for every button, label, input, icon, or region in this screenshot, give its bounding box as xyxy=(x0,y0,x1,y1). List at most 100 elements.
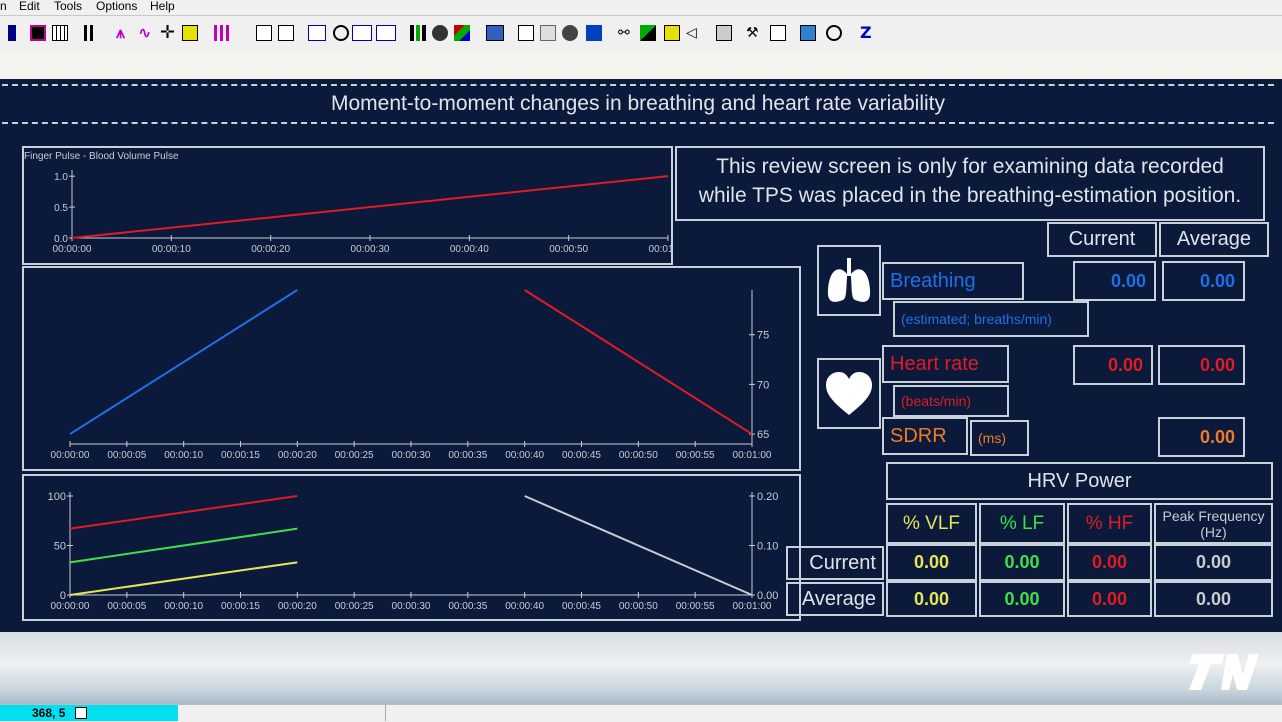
rate-series-line xyxy=(524,289,753,435)
rate-x-tick-label: 00:01:00 xyxy=(733,450,772,461)
power-y-tick-label-left: 50 xyxy=(54,541,66,553)
hrv-lf-average: 0.00 xyxy=(979,581,1065,617)
menu-edit[interactable]: Edit xyxy=(19,0,40,13)
power-series-line xyxy=(69,527,298,564)
rate-x-tick-label: 00:00:10 xyxy=(164,450,203,461)
status-field-2 xyxy=(180,705,386,721)
rate-x-tick-label: 00:00:25 xyxy=(335,450,374,461)
spectrum-icon[interactable] xyxy=(214,25,240,41)
status-coords: 368, 5 xyxy=(32,706,66,720)
hrv-power-title: HRV Power xyxy=(886,462,1273,500)
digital-value-icon[interactable] xyxy=(376,25,396,41)
status-bar: 368, 5 xyxy=(0,704,1282,722)
timer-icon[interactable] xyxy=(826,25,842,41)
sdrr-label: SDRR xyxy=(882,417,968,455)
power-y-tick-label-right: 0.20 xyxy=(757,491,778,503)
power-x-tick-label: 00:00:55 xyxy=(676,601,715,612)
rate-series-line xyxy=(69,289,298,435)
background-footer xyxy=(0,632,1282,704)
list-icon[interactable] xyxy=(182,25,198,41)
bvp-y-tick-label: 0.5 xyxy=(54,203,68,214)
power-series-line xyxy=(69,495,298,530)
power-chart-frame: 0 50 100 0.00 0.10 0.20 00:00:00 00:00:05 00:00:… xyxy=(22,474,801,621)
hrv-row-current-label: Current xyxy=(786,546,884,580)
zoom-z-icon[interactable]: Z xyxy=(860,25,876,41)
power-x-tick-label: 00:00:20 xyxy=(278,601,317,612)
bvp-chart: Finger Pulse - Blood Volume Pulse0.00.51… xyxy=(24,151,688,255)
power-x-tick-label: 00:00:30 xyxy=(392,601,431,612)
hrv-vlf-average: 0.00 xyxy=(886,581,977,617)
scanner-icon[interactable] xyxy=(716,25,732,41)
power-x-tick-label: 00:00:25 xyxy=(335,601,374,612)
menu-help[interactable]: Help xyxy=(150,0,175,13)
globe-icon[interactable] xyxy=(562,25,578,41)
document-icon[interactable] xyxy=(256,25,272,41)
menu-options[interactable]: Options xyxy=(96,0,137,13)
wrench-icon[interactable]: ⚒ xyxy=(746,25,762,41)
bar-graph-icon[interactable] xyxy=(8,25,16,41)
rate-y-tick-label: 70 xyxy=(757,379,769,391)
sphere-icon[interactable] xyxy=(432,25,448,41)
bvp-x-tick-label: 00:00:30 xyxy=(351,244,390,255)
bvp-x-tick-label: 00:01:00 xyxy=(649,244,671,255)
multi-bar-icon[interactable] xyxy=(84,25,108,41)
hrv-peak-average: 0.00 xyxy=(1154,581,1273,617)
note-icon[interactable] xyxy=(664,25,680,41)
edit-icon[interactable] xyxy=(770,25,786,41)
heart-rate-unit: (beats/min) xyxy=(893,385,1009,417)
target-icon[interactable] xyxy=(333,25,349,41)
menu-bar: n Edit Tools Options Help xyxy=(0,0,1282,15)
review-screen: Moment-to-moment changes in breathing an… xyxy=(0,79,1282,632)
power-x-tick-label: 00:00:50 xyxy=(619,601,658,612)
heart-rate-current: 0.00 xyxy=(1073,345,1153,385)
hrv-peak-header: Peak Frequency (Hz) xyxy=(1154,503,1273,544)
link-icon[interactable]: ⚯ xyxy=(618,25,634,41)
menu-file[interactable]: n xyxy=(0,0,7,13)
play-video-icon[interactable] xyxy=(586,25,602,41)
bvp-x-tick-label: 00:00:10 xyxy=(152,244,191,255)
rate-x-tick-label: 00:00:05 xyxy=(107,450,146,461)
point-icon[interactable] xyxy=(518,25,534,41)
bvp-chart-title: Finger Pulse - Blood Volume Pulse xyxy=(24,151,179,162)
bvp-series-line xyxy=(71,175,669,239)
sdrr-unit: (ms) xyxy=(970,420,1029,456)
crosshair-icon[interactable]: ✛ xyxy=(160,24,176,42)
camera-icon[interactable] xyxy=(540,25,556,41)
histogram-icon[interactable] xyxy=(410,25,426,41)
average-header: Average xyxy=(1159,222,1269,257)
power-x-tick-label: 00:01:00 xyxy=(733,601,772,612)
bvp-x-tick-label: 00:00:20 xyxy=(251,244,290,255)
wave-icon[interactable]: ∿ xyxy=(138,25,154,41)
hrv-peak-current: 0.00 xyxy=(1154,544,1273,581)
rate-y-tick-label: 65 xyxy=(757,429,769,441)
bvp-chart-frame: Finger Pulse - Blood Volume Pulse 0.0 0.5 1… xyxy=(22,146,688,265)
power-x-tick-label: 00:00:15 xyxy=(221,601,260,612)
rate-x-tick-label: 00:00:15 xyxy=(221,450,260,461)
bvp-x-tick-label: 00:00:50 xyxy=(549,244,588,255)
hrv-hf-current: 0.00 xyxy=(1067,544,1152,581)
bvp-y-tick-label: 1.0 xyxy=(54,172,68,183)
percent-icon[interactable] xyxy=(352,25,372,41)
value-icon[interactable] xyxy=(308,25,326,41)
power-x-tick-label: 00:00:40 xyxy=(505,601,544,612)
screen-icon[interactable] xyxy=(486,25,504,41)
rate-x-tick-label: 00:00:40 xyxy=(505,450,544,461)
page-icon[interactable] xyxy=(278,25,294,41)
table-icon[interactable] xyxy=(52,25,68,41)
heart-rate-label: Heart rate xyxy=(882,345,1009,383)
color-map-icon[interactable] xyxy=(454,25,470,41)
notice-line-1: This review screen is only for examining… xyxy=(716,155,1224,178)
menu-tools[interactable]: Tools xyxy=(54,0,82,13)
signal-icon[interactable]: ⩚ xyxy=(116,25,132,41)
speaker-icon[interactable]: ◁ xyxy=(686,25,702,41)
rate-x-tick-label: 00:00:55 xyxy=(676,450,715,461)
hrv-vlf-current: 0.00 xyxy=(886,544,977,581)
image-icon[interactable] xyxy=(800,25,816,41)
display-icon[interactable] xyxy=(30,25,46,41)
power-chart: 0501000.000.100.2000:00:00 00:00:05 00:00:… xyxy=(48,491,779,612)
status-coords-field: 368, 5 xyxy=(0,705,178,721)
hrv-hf-average: 0.00 xyxy=(1067,581,1152,617)
power-x-tick-label: 00:00:10 xyxy=(164,601,203,612)
hrv-row-average-label: Average xyxy=(786,582,884,616)
connect-icon[interactable] xyxy=(640,25,656,41)
